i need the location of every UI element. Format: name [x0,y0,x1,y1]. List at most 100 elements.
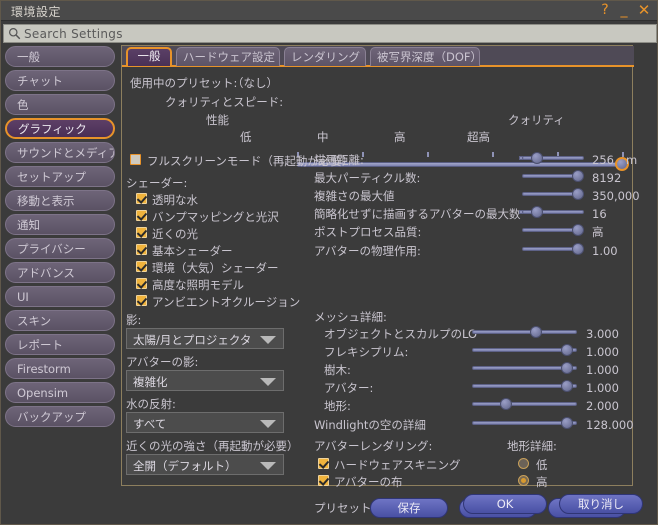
minimize-icon[interactable]: _ [616,2,632,19]
shader-label-6: アンビエントオクルージョン [152,295,301,309]
quality-slider-tick [427,152,429,157]
render-slider-0[interactable] [519,152,584,164]
sidebar-item-14[interactable]: Opensim [5,382,115,403]
avatar-render-label-0: ハードウェアスキニング [334,458,461,472]
slider-knob[interactable] [531,206,543,218]
slider-knob[interactable] [530,326,542,338]
water-reflection-dropdown[interactable]: すべて [126,412,284,433]
slider-knob[interactable] [561,417,573,429]
mesh-slider-label-2: 樹木: [324,363,351,377]
tab-3[interactable]: 被写界深度（DOF） [370,47,482,66]
sidebar-item-5[interactable]: セットアップ [5,166,115,187]
search-input[interactable] [24,26,624,41]
sidebar-item-15[interactable]: バックアップ [5,406,115,427]
sidebar-item-4[interactable]: サウンドとメディア [5,142,115,163]
mesh-slider-3[interactable] [472,380,577,392]
shader-label-5: 高度な照明モデル [152,278,244,292]
cancel-button[interactable]: 取り消し [559,494,643,514]
chevron-down-icon [260,420,276,428]
quality-tick-1: 中 [317,130,329,144]
sidebar-item-12[interactable]: レポート [5,334,115,355]
avatar-shadow-label: アバターの影: [126,355,199,369]
mesh-slider-label-0: オブジェクトとスカルプのLO [324,327,478,341]
sidebar-item-0[interactable]: 一般 [5,46,115,67]
slider-knob[interactable] [572,224,584,236]
shader-checkbox-3[interactable] [136,244,147,255]
ok-button[interactable]: OK [463,494,547,514]
shader-checkbox-4[interactable] [136,261,147,272]
avatar-render-checkbox-1[interactable] [318,475,329,486]
shadow-label: 影: [126,313,142,327]
slider-knob[interactable] [561,380,573,392]
water-reflection-label: 水の反射: [126,397,176,411]
sidebar-item-11[interactable]: スキン [5,310,115,331]
sidebar-item-6[interactable]: 移動と表示 [5,190,115,211]
mesh-slider-label-3: アバター: [324,381,374,395]
tab-2[interactable]: レンダリング [284,47,366,66]
render-slider-label-5: アバターの物理作用: [314,244,421,258]
shader-label-3: 基本シェーダー [152,244,233,258]
sidebar-item-2[interactable]: 色 [5,94,115,115]
slider-knob[interactable] [561,344,573,356]
tab-0[interactable]: 一般 [126,47,172,66]
shader-checkbox-1[interactable] [136,210,147,221]
render-slider-value-2: 350,000 [592,189,640,203]
sidebar-item-13[interactable]: Firestorm [5,358,115,379]
terrain-radio-0[interactable] [518,458,529,469]
sidebar-item-7[interactable]: 通知 [5,214,115,235]
slider-knob[interactable] [572,170,584,182]
quality-high-end-label: クォリティ [508,113,565,127]
mesh-slider-value-3: 1.000 [586,381,619,395]
shader-label-2: 近くの光 [152,227,198,241]
terrain-radio-label-0: 低 [536,458,548,472]
fullscreen-checkbox[interactable] [130,154,141,165]
quality-tick-3: 超高 [467,130,490,144]
render-slider-2[interactable] [522,188,584,200]
slider-knob[interactable] [500,398,512,410]
mesh-slider-1[interactable] [472,344,577,356]
mesh-slider-value-5: 128.000 [586,418,634,432]
close-icon[interactable]: ✕ [636,2,652,19]
mesh-slider-4[interactable] [472,398,577,410]
nearby-light-dropdown[interactable]: 全開（デフォルト） [126,454,284,475]
sidebar-item-8[interactable]: プライバシー [5,238,115,259]
shader-checkbox-6[interactable] [136,295,147,306]
slider-knob[interactable] [572,188,584,200]
tab-1[interactable]: ハードウェア設定 [176,47,280,66]
sidebar-item-9[interactable]: アドバンス [5,262,115,283]
terrain-radio-1[interactable] [518,475,529,486]
mesh-slider-5[interactable] [472,417,577,429]
render-slider-5[interactable] [522,243,584,255]
slider-knob[interactable] [561,362,573,374]
render-slider-label-2: 複雑さの最大値 [314,189,395,203]
render-slider-value-5: 1.00 [592,244,618,258]
shader-checkbox-5[interactable] [136,278,147,289]
render-slider-label-0: 描画距離: [314,153,364,167]
shadow-value: 太陽/月とプロジェクタ [133,333,252,347]
current-preset-label: 使用中のプリセット: [130,76,238,90]
slider-knob[interactable] [531,152,543,164]
shader-checkbox-2[interactable] [136,227,147,238]
sidebar-item-1[interactable]: チャット [5,70,115,91]
help-icon[interactable]: ? [597,2,613,19]
render-slider-1[interactable] [522,170,584,182]
render-slider-4[interactable] [522,224,584,236]
render-slider-3[interactable] [519,206,584,218]
mesh-slider-2[interactable] [472,362,577,374]
chevron-down-icon [260,462,276,470]
mesh-slider-label-1: フレキシプリム: [324,345,409,359]
sidebar-item-3[interactable]: グラフィック [5,118,115,139]
avatar-shadow-dropdown[interactable]: 複雑化 [126,370,284,391]
mesh-slider-0[interactable] [472,326,577,338]
shader-label-1: バンプマッピングと光沢 [152,210,279,224]
sidebar-item-10[interactable]: UI [5,286,115,307]
current-preset-value: （なし） [232,76,278,90]
quality-section-label: クォリティとスピード: [165,95,284,109]
search-icon [9,28,21,40]
avatar-render-checkbox-0[interactable] [318,458,329,469]
render-slider-label-4: ポストプロセス品質: [314,225,422,239]
shader-checkbox-0[interactable] [136,193,147,204]
slider-knob[interactable] [572,243,584,255]
search-bar[interactable] [3,24,657,43]
shadow-dropdown[interactable]: 太陽/月とプロジェクタ [126,328,284,349]
